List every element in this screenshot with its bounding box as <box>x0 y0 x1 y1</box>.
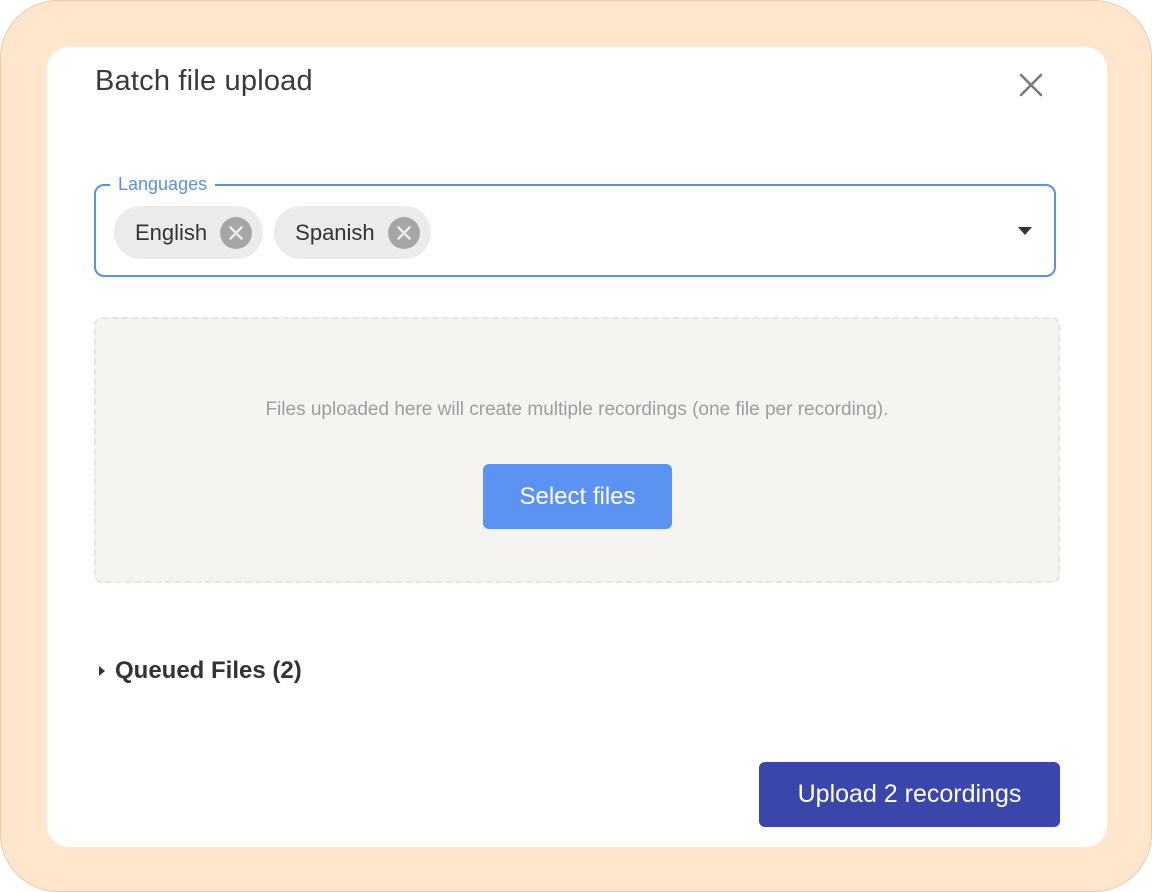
close-icon <box>1019 73 1043 97</box>
remove-chip-icon <box>220 216 253 249</box>
remove-english-button[interactable] <box>220 216 253 249</box>
dropzone-hint: Files uploaded here will create multiple… <box>265 399 889 420</box>
close-button[interactable] <box>1015 69 1047 101</box>
page-backdrop: Batch file upload Languages English Span… <box>0 0 1152 892</box>
queued-files-label: Queued Files (2) <box>115 657 302 684</box>
remove-spanish-button[interactable] <box>387 216 420 249</box>
caret-right-icon <box>97 664 107 678</box>
dialog-title: Batch file upload <box>95 65 313 97</box>
language-chips: English Spanish <box>114 206 431 259</box>
language-chip-label: English <box>135 219 208 245</box>
languages-dropdown-toggle[interactable] <box>1014 224 1036 238</box>
remove-chip-icon <box>387 216 420 249</box>
language-chip-english: English <box>114 206 264 259</box>
language-chip-label: Spanish <box>295 219 375 245</box>
select-files-button[interactable]: Select files <box>483 464 672 529</box>
language-chip-spanish: Spanish <box>274 206 431 259</box>
batch-upload-dialog: Batch file upload Languages English Span… <box>47 47 1107 847</box>
queued-files-toggle[interactable]: Queued Files (2) <box>97 657 302 685</box>
file-dropzone[interactable]: Files uploaded here will create multiple… <box>94 317 1060 583</box>
upload-recordings-button[interactable]: Upload 2 recordings <box>759 762 1060 827</box>
dropdown-arrow-icon <box>1018 227 1032 235</box>
languages-label: Languages <box>110 172 216 196</box>
languages-select[interactable]: Languages English Spanish <box>94 172 1056 277</box>
